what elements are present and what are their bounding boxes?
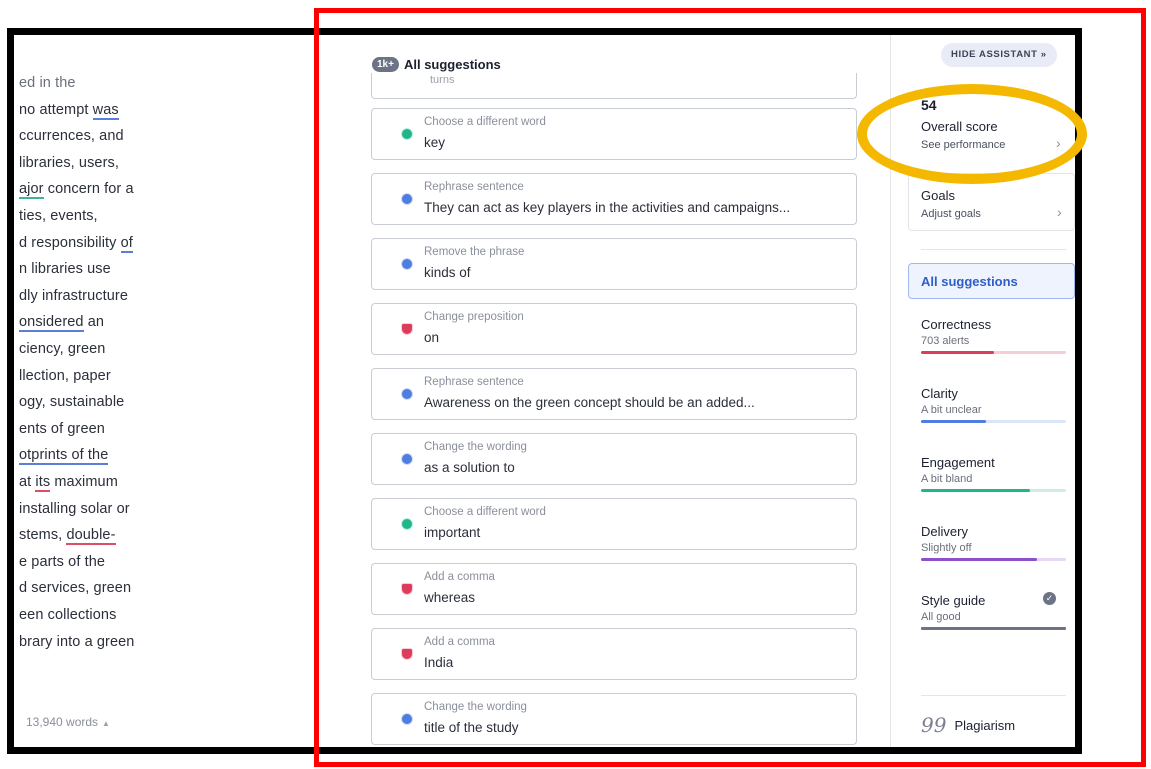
underlined-issue[interactable]: ajor xyxy=(19,181,44,200)
document-line: ties, events, xyxy=(19,208,98,224)
highlight-ring xyxy=(857,84,1087,184)
document-line: at its maximum xyxy=(19,474,118,492)
caret-up-icon: ▲ xyxy=(102,719,110,728)
document-line: libraries, users, xyxy=(19,155,119,171)
document-line: d responsibility of xyxy=(19,234,133,253)
text-run: libraries, users, xyxy=(19,154,120,171)
document-line: stems, double- xyxy=(19,527,116,546)
text-run: ed in the xyxy=(19,75,76,91)
underlined-issue[interactable]: otprints of the xyxy=(19,447,109,466)
document-line: ajor concern for a xyxy=(19,181,134,200)
text-run: een collections xyxy=(19,607,117,623)
text-run: dly infrastructure xyxy=(19,287,128,304)
word-count[interactable]: 13,940 words ▲ xyxy=(26,715,110,729)
text-run: ogy, sustainable xyxy=(19,394,125,411)
document-line: ents of green xyxy=(19,421,105,437)
text-run: e parts of the xyxy=(19,553,106,570)
document-line: otprints of the xyxy=(19,447,109,466)
document-line: brary into a green xyxy=(19,634,134,650)
text-run: brary into a green xyxy=(19,633,135,650)
document-line: e parts of the xyxy=(19,554,105,570)
text-run: ties, events, xyxy=(19,208,98,224)
text-run: ents of green xyxy=(19,420,105,437)
document-text: ed in the no attempt was ccurrences, and l… xyxy=(14,35,314,747)
underlined-issue[interactable]: its xyxy=(35,474,51,492)
text-run: ciency, green xyxy=(19,341,106,357)
text-run: d responsibility xyxy=(19,234,121,251)
document-line: d services, green xyxy=(19,580,131,596)
text-run: ccurrences, and xyxy=(19,128,124,145)
document-line: dly infrastructure xyxy=(19,288,128,304)
underlined-issue[interactable]: onsidered xyxy=(19,314,84,333)
document-line: ccurrences, and xyxy=(19,128,124,144)
document-line: installing solar or xyxy=(19,501,130,517)
document-line: ed in the xyxy=(19,75,76,91)
document-line: onsidered an xyxy=(19,314,105,333)
text-run: concern for a xyxy=(43,181,134,198)
text-run: d services, green xyxy=(19,580,132,597)
text-run: at xyxy=(19,474,36,490)
document-line: een collections xyxy=(19,607,116,623)
text-run: stems, xyxy=(19,527,67,544)
document-line: llection, paper xyxy=(19,368,111,384)
text-run: maximum xyxy=(50,474,118,490)
underlined-issue[interactable]: of xyxy=(120,234,133,253)
text-run: an xyxy=(83,314,105,331)
document-line: ciency, green xyxy=(19,341,105,357)
document-line: n libraries use xyxy=(19,261,111,277)
text-run: n libraries use xyxy=(19,261,111,278)
text-run: no attempt xyxy=(19,101,93,118)
document-line: ogy, sustainable xyxy=(19,394,124,410)
document-line: no attempt was xyxy=(19,101,119,120)
text-run: installing solar or xyxy=(19,500,130,517)
text-run: llection, paper xyxy=(19,367,111,384)
underlined-issue[interactable]: was xyxy=(92,101,119,120)
underlined-issue[interactable]: double- xyxy=(66,527,116,546)
